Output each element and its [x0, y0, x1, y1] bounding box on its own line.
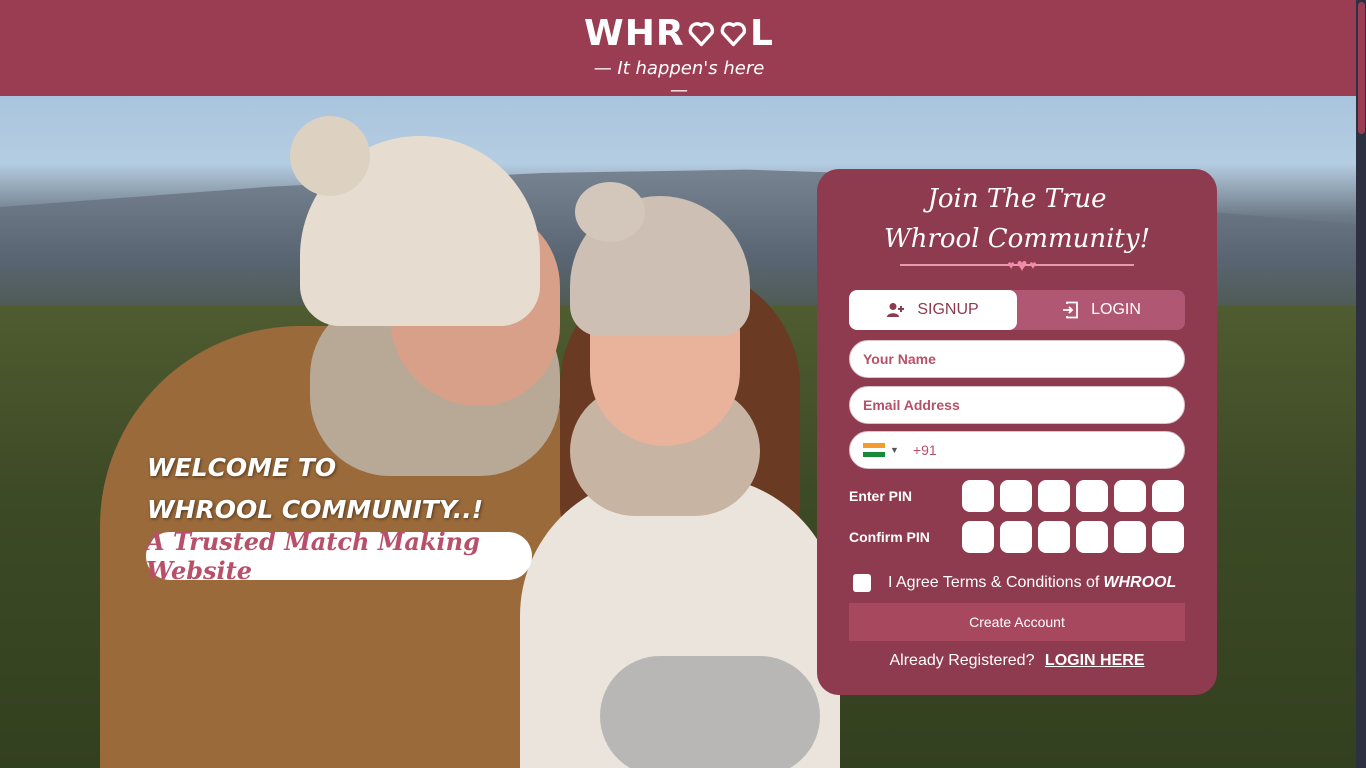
- confirm-pin-digit-input[interactable]: [962, 521, 994, 553]
- card-title-line-1: Join The True: [927, 184, 1107, 214]
- pin-digit-input[interactable]: [1038, 480, 1070, 512]
- enter-pin-label: Enter PIN: [849, 488, 913, 504]
- hearts-ornament-icon: ♥ ♥ ♥: [1007, 254, 1037, 275]
- login-here-link[interactable]: LOGIN HERE: [1045, 652, 1145, 669]
- trusted-tagline-pill: A Trusted Match Making Website: [146, 527, 532, 585]
- email-input[interactable]: [863, 397, 1184, 413]
- enter-pin-boxes: [962, 480, 1184, 512]
- phone-field[interactable]: ▼ +91: [849, 431, 1185, 469]
- tab-signup[interactable]: SIGNUP: [849, 290, 1017, 330]
- email-field: [849, 386, 1185, 424]
- scrollbar-thumb[interactable]: [1358, 2, 1365, 134]
- card-title: Join The True Whrool Community!: [817, 179, 1217, 259]
- name-input[interactable]: [863, 351, 1184, 367]
- confirm-pin-digit-input[interactable]: [1076, 521, 1108, 553]
- pin-digit-input[interactable]: [1000, 480, 1032, 512]
- pin-digit-input[interactable]: [962, 480, 994, 512]
- confirm-pin-digit-input[interactable]: [1114, 521, 1146, 553]
- tab-login[interactable]: LOGIN: [1017, 290, 1185, 330]
- already-registered-text: Already Registered?: [889, 652, 1035, 669]
- confirm-pin-digit-input[interactable]: [1000, 521, 1032, 553]
- site-logo[interactable]: WHR L — It happen's here —: [584, 12, 774, 101]
- man-hat-pompom: [290, 116, 370, 196]
- phone-code: +91: [912, 442, 937, 458]
- pin-digit-input[interactable]: [1076, 480, 1108, 512]
- pin-digit-input[interactable]: [1114, 480, 1146, 512]
- confirm-pin-digit-input[interactable]: [1038, 521, 1070, 553]
- chevron-down-icon[interactable]: ▼: [890, 445, 899, 455]
- name-field: [849, 340, 1185, 378]
- terms-checkbox[interactable]: [853, 574, 871, 592]
- welcome-heading: WELCOME TO WHROOL COMMUNITY..!: [147, 447, 483, 531]
- logo-text-end: L: [750, 13, 774, 54]
- tab-signup-label: SIGNUP: [917, 301, 979, 318]
- heart-outline-icon: [720, 22, 747, 47]
- confirm-pin-digit-input[interactable]: [1152, 521, 1184, 553]
- terms-agreement: I Agree Terms & Conditions of WHROOL: [853, 571, 1193, 595]
- card-title-line-2: Whrool Community!: [883, 224, 1151, 254]
- enter-pin-row: Enter PIN: [849, 480, 1185, 512]
- already-registered: Already Registered? LOGIN HERE: [817, 652, 1217, 670]
- signup-card: Join The True Whrool Community! ♥ ♥ ♥ SIGN…: [817, 169, 1217, 695]
- confirm-pin-row: Confirm PIN: [849, 521, 1185, 553]
- tab-login-label: LOGIN: [1091, 301, 1141, 318]
- user-plus-icon: [887, 303, 905, 317]
- auth-tabs: SIGNUP LOGIN: [849, 290, 1185, 330]
- login-icon: [1063, 301, 1078, 319]
- welcome-line-2: WHROOL COMMUNITY..!: [147, 495, 484, 524]
- confirm-pin-boxes: [962, 521, 1184, 553]
- india-flag-icon[interactable]: [863, 443, 885, 458]
- terms-brand: WHROOL: [1103, 574, 1177, 591]
- pin-digit-input[interactable]: [1152, 480, 1184, 512]
- welcome-line-1: WELCOME TO: [147, 453, 337, 482]
- confirm-pin-label: Confirm PIN: [849, 529, 930, 545]
- gloves: [600, 656, 820, 768]
- create-account-button[interactable]: Create Account: [849, 603, 1185, 641]
- logo-wordmark: WHR L: [584, 12, 774, 56]
- heart-outline-icon: [688, 22, 714, 47]
- logo-text-start: WHR: [584, 13, 685, 54]
- site-header: WHR L — It happen's here —: [0, 0, 1356, 101]
- terms-text: I Agree Terms & Conditions of: [888, 574, 1100, 591]
- woman-hat-pompom: [575, 182, 645, 242]
